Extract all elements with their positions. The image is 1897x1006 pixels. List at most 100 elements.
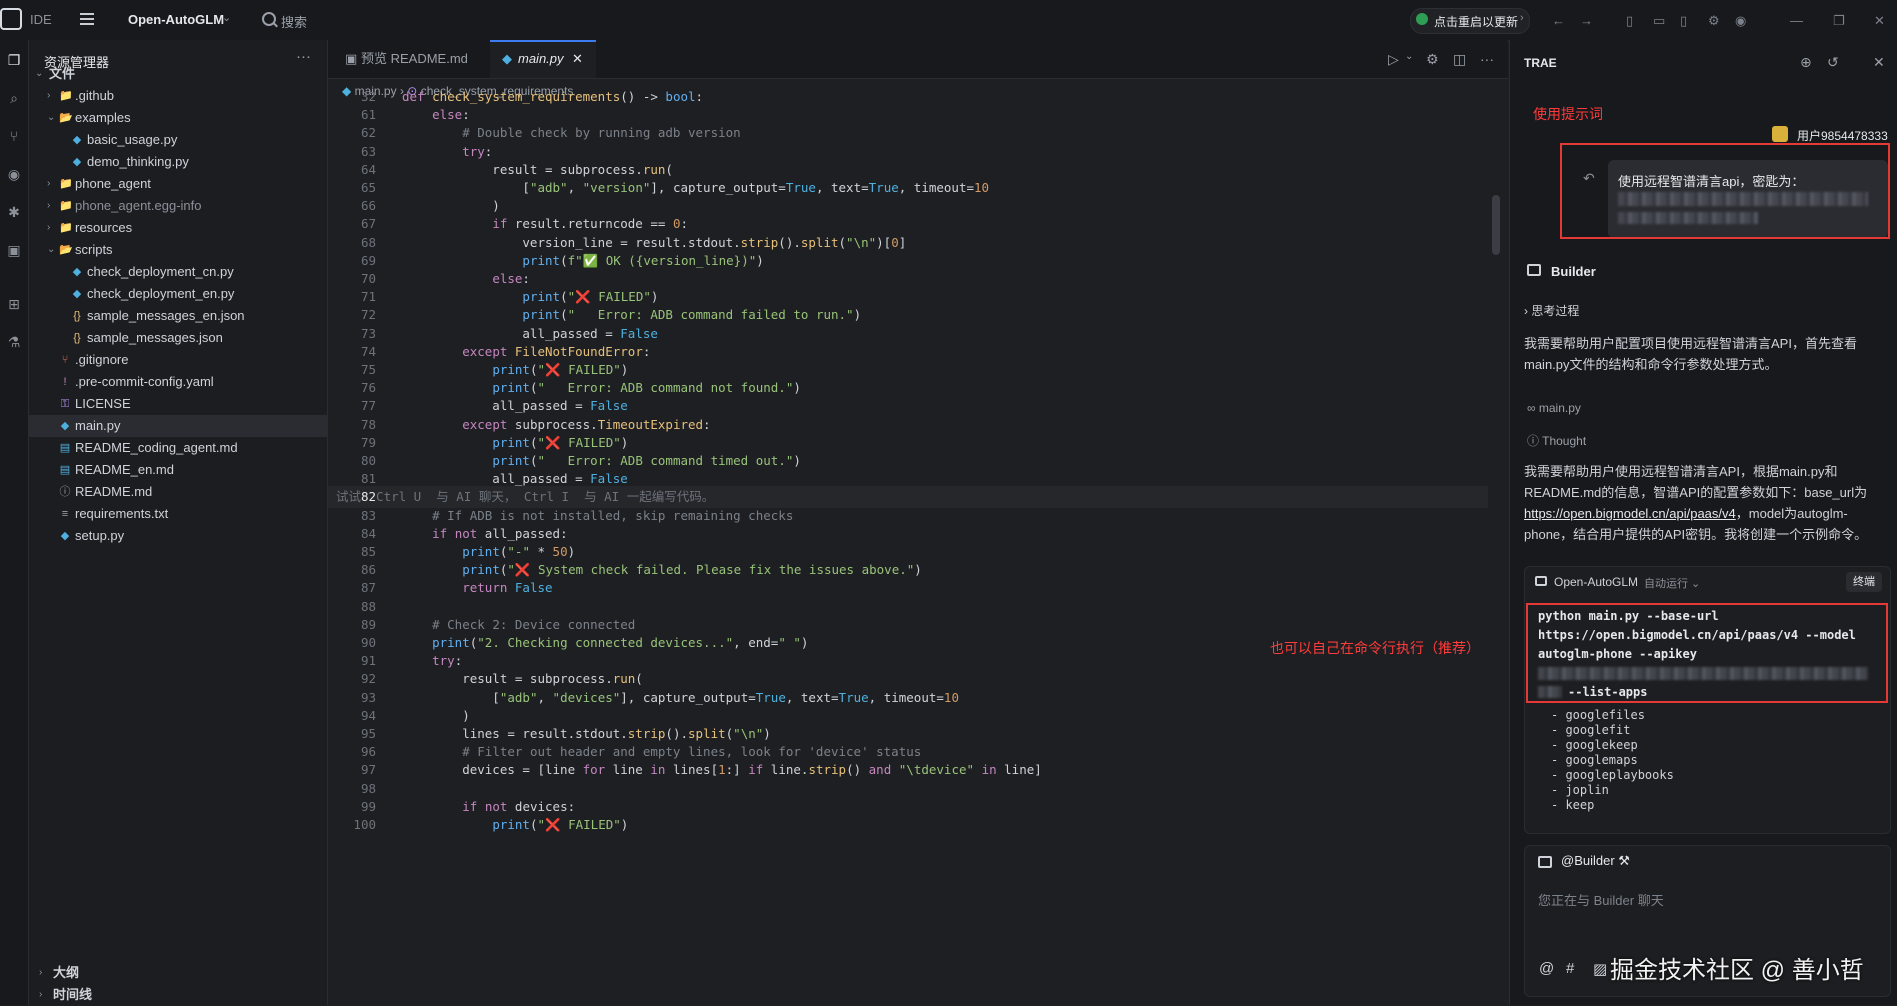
folder-icon: 📁 <box>59 222 73 234</box>
tree-item[interactable]: ⌄ 📂 examples <box>29 107 327 129</box>
chevron-down-icon[interactable]: ⌄ <box>222 11 231 24</box>
tree-item[interactable]: ◆ demo_thinking.py <box>29 151 327 173</box>
search-button[interactable]: 搜索 <box>281 12 307 31</box>
file-reference[interactable]: ∞ main.py <box>1527 401 1581 415</box>
debug-run-icon[interactable]: ⚙ <box>1426 51 1439 68</box>
thinking-toggle[interactable]: › 思考过程 <box>1524 302 1579 319</box>
outline-section[interactable]: › 大纲 <box>29 962 327 984</box>
tree-item[interactable]: ▤ README_coding_agent.md <box>29 437 327 459</box>
maximize-icon[interactable]: ❐ <box>1833 13 1845 29</box>
tree-item[interactable]: ≡ requirements.txt <box>29 503 327 525</box>
timeline-section[interactable]: › 时间线 <box>29 984 327 1006</box>
markdown-file-icon: ▤ <box>59 464 71 476</box>
tree-item[interactable]: ! .pre-commit-config.yaml <box>29 371 327 393</box>
testing-flask-icon[interactable]: ⚗ <box>4 332 24 352</box>
tab-main-py[interactable]: ◆ main.py ✕ <box>490 40 596 78</box>
tree-item[interactable]: › 📁 phone_agent.egg-info <box>29 195 327 217</box>
tree-item-label: README_coding_agent.md <box>75 440 238 455</box>
close-window-icon[interactable]: ✕ <box>1874 13 1885 29</box>
chevron-down-icon: ⌄ <box>47 112 56 123</box>
split-editor-icon[interactable]: ◫ <box>1453 51 1466 68</box>
ide-label: IDE <box>30 12 52 27</box>
redacted-key <box>1538 667 1868 680</box>
command-line-2: https://open.bigmodel.cn/api/paas/v4 --m… <box>1538 628 1856 642</box>
assistant-paragraph-2: 我需要帮助用户使用远程智谱清言API，根据main.py和README.md的信… <box>1524 461 1884 545</box>
folder-open-icon: 📂 <box>59 244 73 256</box>
tree-item[interactable]: ⓘ README.md <box>29 481 327 503</box>
editor-scrollbar[interactable] <box>1492 195 1500 255</box>
extensions-icon[interactable]: ⊞ <box>4 294 24 314</box>
redacted-key <box>1618 212 1758 224</box>
toggle-right-panel-icon[interactable]: ▯ <box>1680 13 1687 29</box>
code-line[interactable]: 100 print("❌ FAILED") <box>328 814 1488 836</box>
new-chat-icon[interactable]: ⊕ <box>1800 54 1812 71</box>
watermark: 掘金技术社区 @ 善小哲 <box>1610 957 1864 984</box>
close-tab-icon[interactable]: ✕ <box>572 42 583 76</box>
explorer-icon[interactable]: ❐ <box>4 50 24 70</box>
run-icon[interactable]: ▷ <box>1388 51 1399 68</box>
json-file-icon: {} <box>73 332 81 344</box>
tree-root[interactable]: ⌄ 文件 <box>29 63 327 85</box>
app-logo-icon <box>0 8 22 30</box>
update-label[interactable]: 点击重启以更新 <box>1434 13 1518 30</box>
search-icon[interactable] <box>262 12 276 26</box>
forward-arrow-icon[interactable]: → <box>1580 13 1593 28</box>
tree-item[interactable]: ◆ basic_usage.py <box>29 129 327 151</box>
line-number: 100 <box>353 817 376 832</box>
tree-item-label: phone_agent <box>75 176 151 191</box>
tree-item[interactable]: ⑂ .gitignore <box>29 349 327 371</box>
minimize-icon[interactable]: — <box>1790 13 1803 28</box>
debug-icon[interactable]: ✱ <box>4 202 24 222</box>
python-file-icon: ◆ <box>502 51 512 66</box>
close-panel-icon[interactable]: ✕ <box>1873 54 1885 71</box>
preview-eye-icon[interactable]: ◉ <box>4 164 24 184</box>
hashtag-icon[interactable]: # <box>1566 960 1574 977</box>
tree-item[interactable]: ⌄ 📂 scripts <box>29 239 327 261</box>
tree-item[interactable]: › 📁 phone_agent <box>29 173 327 195</box>
tree-item[interactable]: ▤ README_en.md <box>29 459 327 481</box>
chevron-right-icon: › <box>47 222 51 233</box>
source-control-icon[interactable]: ⑂ <box>4 126 24 146</box>
image-upload-icon[interactable]: ▨ <box>1593 960 1607 978</box>
terminal-output-line: - googleplaybooks <box>1551 768 1674 782</box>
activity-bar <box>0 40 29 1005</box>
redacted-key <box>1618 192 1868 206</box>
remote-icon[interactable]: ▣ <box>4 240 24 260</box>
account-icon[interactable]: ◉ <box>1735 13 1746 29</box>
tree-item[interactable]: ◆ main.py <box>29 415 327 437</box>
tree-item[interactable]: ◆ check_deployment_en.py <box>29 283 327 305</box>
tab-readme-preview[interactable]: ▣ 预览 README.md <box>341 40 486 78</box>
auto-run-dropdown[interactable]: 自动运行 ⌄ <box>1644 575 1700 591</box>
chevron-down-icon[interactable]: ⌄ <box>1405 51 1413 62</box>
tree-item[interactable]: ◆ check_deployment_cn.py <box>29 261 327 283</box>
file-ref-label: main.py <box>1538 401 1581 415</box>
api-link[interactable]: https://open.bigmodel.cn/api/paas/v4 <box>1524 506 1736 521</box>
tree-item[interactable]: {} sample_messages.json <box>29 327 327 349</box>
undo-icon[interactable]: ↶ <box>1583 170 1595 187</box>
project-name[interactable]: Open-AutoGLM <box>128 12 224 27</box>
tree-item[interactable]: ⚿ LICENSE <box>29 393 327 415</box>
outline-label: 大纲 <box>53 965 80 980</box>
toggle-sidebar-icon[interactable]: ▯ <box>1626 13 1633 29</box>
tree-item-label: check_deployment_cn.py <box>87 264 234 279</box>
chat-input[interactable]: 您正在与 Builder 聊天 <box>1538 890 1664 909</box>
back-arrow-icon[interactable]: ← <box>1552 13 1565 28</box>
history-icon[interactable]: ↺ <box>1827 54 1839 71</box>
search-view-icon[interactable]: ⌕ <box>4 88 24 108</box>
agent-mention[interactable]: @Builder ⚒ <box>1561 853 1630 869</box>
more-actions-icon[interactable]: ··· <box>1480 51 1494 67</box>
panel-title: TRAE <box>1524 56 1557 70</box>
tree-item[interactable]: {} sample_messages_en.json <box>29 305 327 327</box>
tree-item[interactable]: › 📁 .github <box>29 85 327 107</box>
thought-row[interactable]: ⓘ Thought <box>1527 432 1586 449</box>
menu-icon[interactable] <box>80 13 94 25</box>
tree-item[interactable]: › 📁 resources <box>29 217 327 239</box>
toggle-panel-icon[interactable]: ▭ <box>1653 13 1665 29</box>
restart-icon <box>1416 13 1428 25</box>
settings-gear-icon[interactable]: ⚙ <box>1708 13 1720 29</box>
mention-icon[interactable]: @ <box>1539 960 1554 977</box>
open-terminal-button[interactable]: 终端 <box>1846 572 1882 592</box>
info-icon: ⓘ <box>59 486 71 498</box>
tree-item[interactable]: ◆ setup.py <box>29 525 327 547</box>
python-file-icon: ◆ <box>60 530 70 542</box>
